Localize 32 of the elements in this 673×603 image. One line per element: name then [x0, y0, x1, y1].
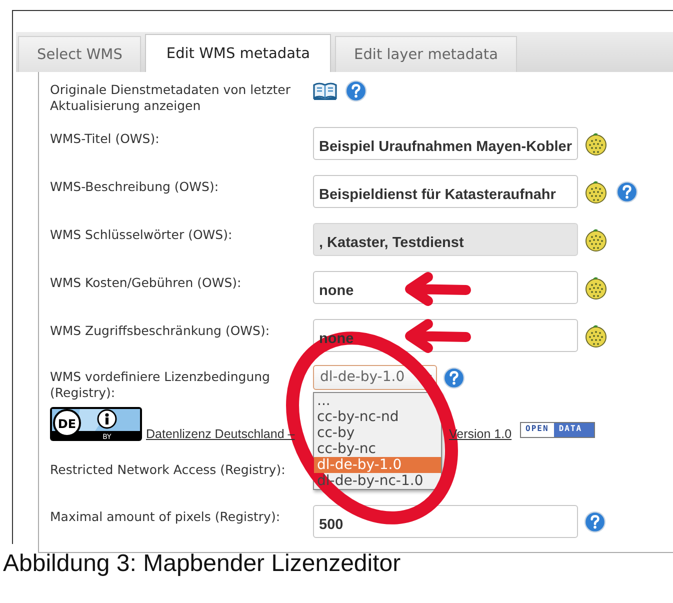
tab[interactable]: Edit WMS metadata	[145, 34, 332, 72]
book-icon[interactable]	[313, 82, 337, 100]
help-icon[interactable]	[584, 510, 606, 532]
help-icon[interactable]	[443, 366, 465, 388]
help-icon[interactable]	[345, 80, 367, 102]
field-label: WMS Zugriffsbeschränkung (OWS):	[50, 322, 271, 339]
field-label: Restricted Network Access (Registry):	[50, 461, 286, 478]
help-icon[interactable]	[616, 180, 638, 202]
text-field[interactable]: Beispieldienst für Katasteraufnahr	[313, 175, 578, 208]
dropdown-option[interactable]: cc-by	[314, 425, 441, 441]
dotted-ball-icon[interactable]	[584, 324, 608, 348]
field-label: Originale Dienstmetadaten von letzter Aktualisierung anzeigen	[50, 81, 292, 114]
field-label: WMS vordefiniere Lizenzbedingung (Registry):	[50, 368, 271, 401]
field-label: WMS Schlüsselwörter (OWS):	[50, 226, 234, 243]
dropdown-option[interactable]: ...	[314, 393, 441, 409]
dotted-ball-icon[interactable]	[584, 276, 608, 300]
dropdown-option[interactable]: cc-by-nc	[314, 441, 441, 457]
field-label: Maximal amount of pixels (Registry):	[50, 508, 282, 525]
tab[interactable]: Edit layer metadata	[335, 36, 517, 72]
field-label: WMS Kosten/Gebühren (OWS):	[50, 274, 242, 291]
open-data-badge: OPEN DATA	[520, 422, 596, 438]
field-label: WMS-Titel (OWS):	[50, 130, 160, 147]
dotted-ball-icon[interactable]	[584, 228, 608, 252]
text-field[interactable]: Beispiel Uraufnahmen Mayen-Kobler	[313, 127, 578, 160]
figure-caption: Abbildung 3: Mapbender Lizenzeditor	[3, 550, 402, 578]
dropdown-option[interactable]: cc-by-nc-nd	[314, 409, 441, 425]
tab[interactable]: Select WMS	[18, 36, 142, 72]
arrow-annotation	[405, 319, 471, 353]
dotted-ball-icon[interactable]	[584, 132, 608, 156]
arrow-annotation	[405, 272, 471, 306]
field-label: WMS-Beschreibung (OWS):	[50, 178, 220, 195]
dotted-ball-icon[interactable]	[584, 180, 608, 204]
